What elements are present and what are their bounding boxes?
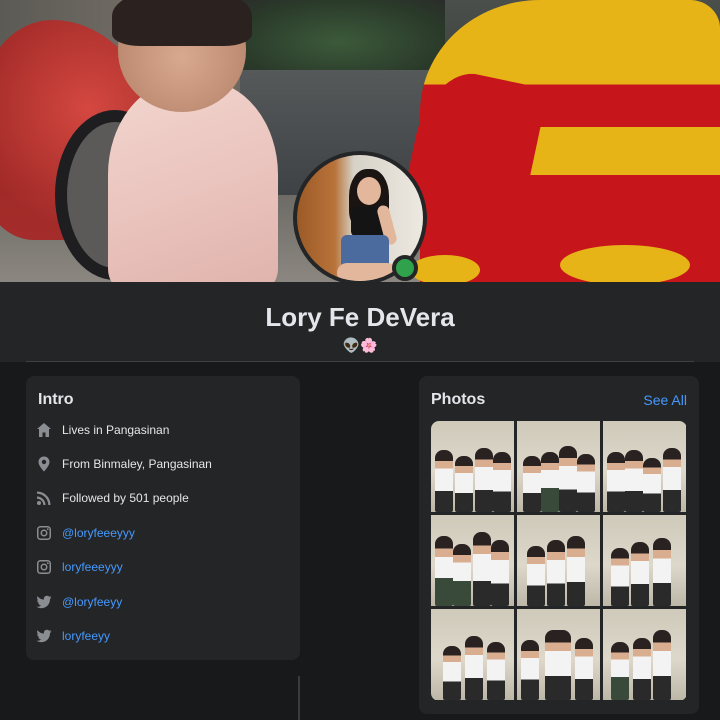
photo-thumbnail[interactable] [603,421,686,512]
rss-feed-icon [36,490,52,506]
intro-item-link[interactable]: loryfeeyy [62,629,110,643]
see-all-photos-link[interactable]: See All [643,392,687,408]
intro-title: Intro [38,391,74,408]
intro-item-label: Followed by 501 people [62,491,189,505]
cover-mascot-foot [560,245,690,282]
intro-item-twitter-1[interactable]: @loryfeeyy [36,592,122,612]
intro-item-from: From Binmaley, Pangasinan [36,454,212,474]
instagram-icon [36,525,52,541]
photo-thumbnail[interactable] [517,609,600,700]
profile-bio: 👽🌸 [342,337,378,353]
photo-thumbnail[interactable] [431,421,514,512]
intro-item-link[interactable]: loryfeeeyyy [62,560,123,574]
intro-item-link[interactable]: @loryfeeeyyy [62,526,135,540]
online-status-indicator [392,255,418,281]
intro-item-instagram-1[interactable]: @loryfeeeyyy [36,523,135,543]
photo-thumbnail[interactable] [603,515,686,606]
intro-item-label: From Binmaley, Pangasinan [62,457,212,471]
photo-thumbnail[interactable] [431,609,514,700]
intro-item-followers[interactable]: Followed by 501 people [36,488,189,508]
cover-mascot-foot-left [410,255,480,282]
home-icon [36,422,52,438]
intro-card: Intro Lives in Pangasinan From Binmaley,… [26,376,300,660]
profile-name: Lory Fe DeVera [265,302,455,332]
photos-title: Photos [431,391,486,408]
intro-item-label: Lives in Pangasinan [62,423,170,437]
photo-thumbnail[interactable] [517,515,600,606]
intro-item-lives-in: Lives in Pangasinan [36,420,169,440]
photos-card: Photos See All [419,376,699,714]
instagram-icon [36,559,52,575]
location-pin-icon [36,456,52,472]
twitter-icon [36,594,52,610]
photo-thumbnail[interactable] [517,421,600,512]
cover-child-hair [112,0,252,46]
intro-item-instagram-2[interactable]: loryfeeeyyy [36,557,123,577]
cover-foliage [235,0,445,70]
photo-thumbnail[interactable] [431,515,514,606]
avatar-person-legs [337,263,397,281]
twitter-icon [36,628,52,644]
photo-thumbnail[interactable] [603,609,686,700]
avatar-person-face [357,177,381,205]
intro-item-twitter-2[interactable]: loryfeeyy [36,626,110,646]
photo-grid [431,421,687,701]
intro-item-link[interactable]: @loryfeeyy [62,595,122,609]
column-divider [298,676,300,720]
